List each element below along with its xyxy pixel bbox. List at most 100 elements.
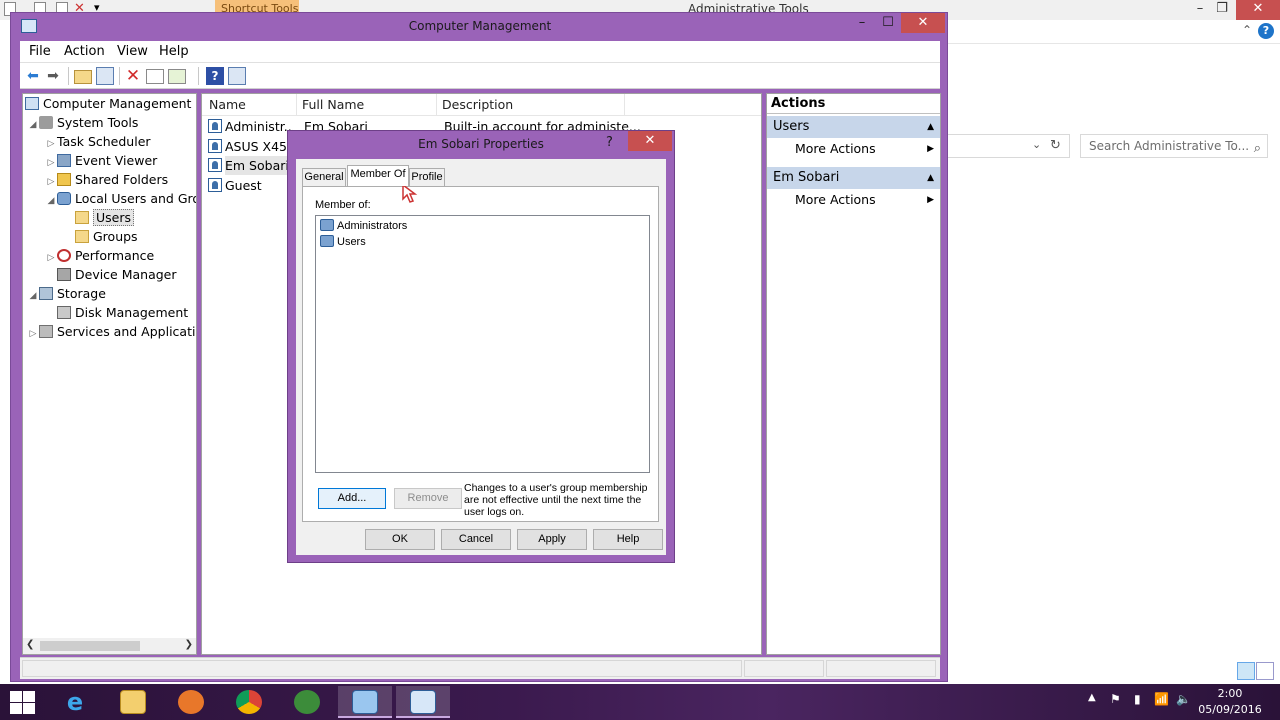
up-folder-icon[interactable]: [74, 70, 92, 84]
volume-icon[interactable]: 🔈: [1176, 692, 1191, 706]
taskbar-file-explorer[interactable]: [106, 686, 160, 718]
apply-button[interactable]: Apply: [517, 529, 587, 550]
expand-arrow-icon[interactable]: ▷: [45, 173, 57, 191]
address-bar[interactable]: ⌄ ↻: [948, 134, 1070, 158]
tree-item-event-viewer[interactable]: ▷ Event Viewer: [45, 152, 158, 172]
properties-icon[interactable]: [146, 69, 164, 84]
show-hidden-icons-icon[interactable]: ▲: [1088, 692, 1096, 703]
windows-start-icon[interactable]: [8, 690, 36, 714]
column-header-name[interactable]: Name: [209, 97, 246, 112]
taskbar-firefox[interactable]: [164, 686, 218, 718]
cancel-button[interactable]: Cancel: [441, 529, 511, 550]
scroll-right-icon[interactable]: ❯: [185, 639, 193, 650]
tree-item-disk-management[interactable]: Disk Management: [57, 304, 188, 322]
column-divider[interactable]: [624, 94, 625, 116]
scrollbar-thumb[interactable]: [40, 641, 140, 651]
refresh-icon[interactable]: ↻: [1050, 138, 1061, 153]
tree-item-label: Performance: [75, 248, 155, 263]
scroll-left-icon[interactable]: ❮: [26, 639, 34, 650]
chevron-down-icon[interactable]: ⌄: [1032, 138, 1041, 151]
collapse-arrow-icon[interactable]: ◢: [27, 116, 39, 134]
column-divider[interactable]: [296, 94, 297, 116]
actions-section-users[interactable]: Users ▲: [767, 116, 940, 138]
add-button[interactable]: Add...: [318, 488, 386, 509]
back-arrow-icon[interactable]: ⬅: [24, 67, 42, 85]
ok-button[interactable]: OK: [365, 529, 435, 550]
menu-action[interactable]: Action: [64, 44, 105, 59]
column-header-full-name[interactable]: Full Name: [302, 97, 364, 112]
tree-item-device-manager[interactable]: Device Manager: [57, 266, 177, 284]
member-of-list[interactable]: Administrators Users: [315, 215, 650, 473]
menu-bar: File Action View Help: [20, 41, 940, 63]
taskbar-computer-management[interactable]: [396, 686, 450, 718]
tab-member-of[interactable]: Member Of: [347, 165, 409, 186]
expand-arrow-icon[interactable]: ▷: [45, 249, 57, 267]
expand-arrow-icon[interactable]: ▷: [45, 154, 57, 172]
tree-item-label: Users: [93, 209, 135, 226]
row-name: Em Sobari: [225, 156, 293, 175]
delete-icon[interactable]: ✕: [124, 67, 142, 85]
large-icons-view-icon[interactable]: [1256, 662, 1274, 680]
cm-title-bar[interactable]: Computer Management – ☐ ✕: [11, 13, 949, 41]
menu-help[interactable]: Help: [159, 44, 189, 59]
details-view-icon[interactable]: [1237, 662, 1255, 680]
bg-maximize-button[interactable]: ❐: [1204, 0, 1240, 20]
forward-arrow-icon[interactable]: ➡: [44, 67, 62, 85]
actions-section-em-sobari[interactable]: Em Sobari ▲: [767, 167, 940, 189]
export-list-icon[interactable]: [168, 69, 186, 84]
expand-arrow-icon[interactable]: ▷: [45, 135, 57, 153]
collapse-triangle-icon[interactable]: ▲: [927, 167, 934, 189]
tree-item-services-and-applications[interactable]: ▷ Services and Application: [27, 323, 196, 343]
maximize-button[interactable]: ☐: [875, 13, 901, 33]
tree-item-shared-folders[interactable]: ▷ Shared Folders: [45, 171, 169, 191]
tree-item-storage[interactable]: ◢ Storage: [27, 285, 106, 303]
tree-item-local-users-and-groups[interactable]: ◢ Local Users and Grou: [45, 190, 196, 210]
more-actions-em-sobari[interactable]: More Actions ▶: [795, 190, 940, 210]
tree-item-groups[interactable]: Groups: [75, 228, 138, 246]
help-icon[interactable]: ?: [1258, 23, 1274, 39]
collapse-arrow-icon[interactable]: ◢: [45, 192, 57, 210]
remove-button[interactable]: Remove: [394, 488, 462, 509]
tree-item-users[interactable]: Users: [75, 209, 135, 227]
bg-close-button[interactable]: ✕: [1236, 0, 1280, 20]
action-label: More Actions: [795, 192, 876, 207]
taskbar-globe-app[interactable]: [280, 686, 334, 718]
tree-item-task-scheduler[interactable]: ▷ Task Scheduler: [45, 133, 151, 151]
taskbar-chrome[interactable]: [222, 686, 276, 718]
expand-arrow-icon[interactable]: ▷: [27, 325, 39, 343]
collapse-triangle-icon[interactable]: ▲: [927, 116, 934, 138]
column-divider[interactable]: [436, 94, 437, 116]
more-actions-users[interactable]: More Actions ▶: [795, 139, 940, 159]
close-button[interactable]: ✕: [628, 131, 672, 151]
row-name: Administr...: [225, 119, 293, 134]
network-signal-icon[interactable]: 📶: [1154, 692, 1169, 706]
tree-item-system-tools[interactable]: ◢ System Tools: [27, 114, 139, 134]
section-title: Em Sobari: [773, 170, 840, 185]
collapse-arrow-icon[interactable]: ◢: [27, 287, 39, 305]
search-input[interactable]: Search Administrative To... ⌕: [1080, 134, 1268, 158]
show-hide-action-pane-icon[interactable]: [228, 67, 246, 85]
menu-view[interactable]: View: [117, 44, 148, 59]
tree-item-performance[interactable]: ▷ Performance: [45, 247, 155, 267]
storage-icon: [39, 287, 53, 300]
menu-file[interactable]: File: [29, 44, 51, 59]
taskbar-administrative-tools[interactable]: [338, 686, 392, 718]
help-button[interactable]: Help: [593, 529, 663, 550]
chevron-up-icon[interactable]: ⌃: [1242, 23, 1252, 37]
action-center-flag-icon[interactable]: ⚑: [1110, 692, 1121, 706]
help-icon[interactable]: ?: [206, 67, 224, 85]
column-header-description[interactable]: Description: [442, 97, 513, 112]
list-item[interactable]: Users: [320, 234, 366, 250]
help-icon[interactable]: ?: [606, 135, 613, 150]
close-button[interactable]: ✕: [901, 13, 945, 33]
tab-general[interactable]: General: [302, 168, 346, 186]
show-hide-tree-icon[interactable]: [96, 67, 114, 85]
battery-icon[interactable]: ▮: [1134, 692, 1141, 706]
tree-item-computer-management[interactable]: Computer Management (Lo: [25, 95, 196, 113]
list-item[interactable]: Administrators: [320, 218, 407, 234]
horizontal-scrollbar[interactable]: ❮ ❯: [23, 638, 196, 654]
system-clock[interactable]: 2:00 05/09/2016: [1190, 686, 1270, 718]
background-ribbon-bar: ⌃ ?: [948, 20, 1280, 44]
minimize-button[interactable]: –: [849, 13, 875, 33]
taskbar-internet-explorer[interactable]: e: [48, 686, 102, 718]
